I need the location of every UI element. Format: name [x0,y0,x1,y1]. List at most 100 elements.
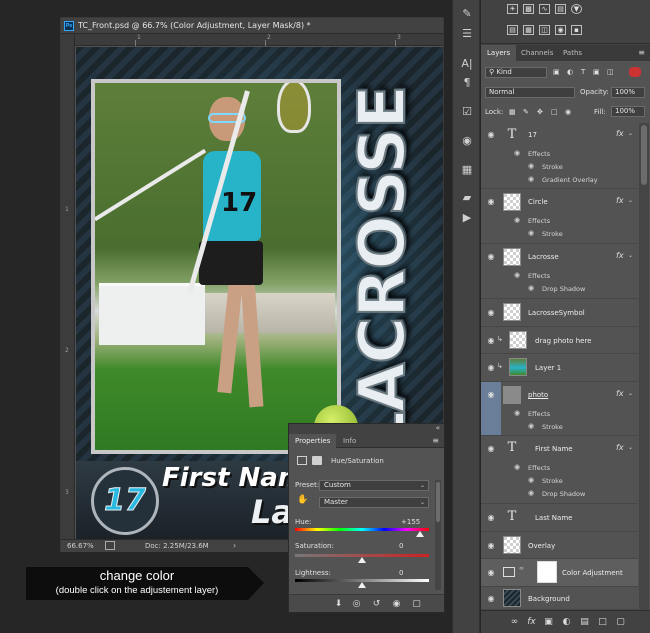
panel-menu-icon[interactable]: ≡ [432,436,439,445]
paragraph-icon[interactable]: ¶ [458,75,476,91]
effect-name[interactable]: Drop Shadow [542,490,585,498]
layer-comps-icon[interactable]: ▰ [458,190,476,206]
eye-icon[interactable]: ◉ [528,422,534,430]
properties-panel-header[interactable]: « [289,424,444,434]
chevron-down-icon[interactable]: ⌄ [628,444,633,451]
layer-row[interactable]: ◉ LacrosseSymbol [481,299,638,327]
layer-row[interactable]: ◉ T First Name fx ⌄ ◉ Effects ◉ Stroke ◉… [481,436,638,504]
layer-row[interactable]: ◉ Background [481,587,638,610]
clone-source-icon[interactable]: ☑ [458,104,476,120]
filter-pixel-icon[interactable]: ▣ [553,68,560,76]
character-icon[interactable]: A| [458,56,476,72]
add-mask-icon[interactable]: ▣ [543,617,554,627]
effect-name[interactable]: Stroke [542,230,563,238]
layer-mask-thumbnail[interactable] [537,561,557,583]
properties-scrollbar[interactable] [435,480,441,590]
document-tab[interactable]: Ps TC_Front.psd @ 66.7% (Color Adjustmen… [61,18,443,34]
trash-icon[interactable]: ▢ [411,599,422,609]
hue-slider-track[interactable] [295,528,429,531]
fx-icon[interactable]: fx [616,129,624,138]
layer-row[interactable]: ◉ T 17 fx ⌄ ◉ Effects ◉ Stroke ◉ Gradien… [481,123,638,189]
eye-icon[interactable]: ◉ [486,336,496,346]
adjust-sliders-icon[interactable]: ☰ [458,26,476,42]
color-palette-icon[interactable]: ◉ [458,133,476,149]
preset-dropdown[interactable]: Custom ⌄ [319,480,429,491]
chevron-down-icon[interactable]: ⌄ [628,390,633,397]
eye-icon[interactable]: ◉ [514,149,520,157]
eye-icon[interactable]: ◉ [486,252,496,262]
eye-icon[interactable]: ◉ [486,197,496,207]
view-previous-icon[interactable]: ◎ [351,599,362,609]
chevron-down-icon[interactable]: ⌄ [628,197,633,204]
chevron-down-icon[interactable]: ⌄ [628,130,633,137]
chain-link-icon[interactable]: ∞ [519,565,524,572]
chevron-down-icon[interactable]: ⌄ [628,252,633,259]
trash-icon[interactable]: ▢ [615,617,626,627]
eye-icon[interactable]: ◉ [486,130,496,140]
eye-icon[interactable]: ◉ [486,594,496,604]
layer-name[interactable]: LacrosseSymbol [528,309,585,317]
reset-icon[interactable]: ↺ [371,599,382,609]
fx-icon[interactable]: fx [616,443,624,452]
tab-properties[interactable]: Properties [289,434,337,448]
new-adjustment-icon[interactable]: ◐ [561,617,572,627]
effect-name[interactable]: Drop Shadow [542,285,585,293]
lock-artboard-icon[interactable]: □ [551,108,558,116]
fx-icon[interactable]: fx [616,389,624,398]
lock-all-icon[interactable]: ◉ [565,108,571,116]
grid-icon[interactable]: ▦ [458,162,476,178]
layer-name[interactable]: 17 [528,131,537,139]
effect-name[interactable]: Gradient Overlay [542,176,598,184]
layer-name[interactable]: Color Adjustment [562,569,623,577]
eye-icon[interactable]: ◉ [486,390,496,400]
curves-icon[interactable]: ∿ [539,4,550,14]
eye-icon[interactable]: ◉ [486,308,496,318]
saturation-slider-knob[interactable] [358,557,366,563]
layer-row[interactable]: ◉ ∞ Color Adjustment [481,559,638,587]
hue-slider-knob[interactable] [415,531,424,537]
eye-icon[interactable]: ◉ [391,599,402,609]
eye-icon[interactable]: ◉ [486,513,496,523]
layer-row[interactable]: ◉ ↳ drag photo here [481,327,638,354]
close-icon[interactable]: « [436,424,440,432]
layer-name[interactable]: photo [528,391,548,399]
mask-icon[interactable] [312,456,322,465]
lock-image-icon[interactable]: ✎ [523,108,529,116]
clip-to-layer-icon[interactable]: ⬇ [333,599,344,609]
black-white-icon[interactable]: ◫ [539,25,550,35]
adjustment-layer-icon[interactable] [503,567,515,577]
channel-dropdown[interactable]: Master ⌄ [319,497,429,508]
eye-icon[interactable]: ◉ [528,284,534,292]
lightness-slider-knob[interactable] [358,582,366,588]
saturation-value[interactable]: 0 [399,542,403,550]
effect-name[interactable]: Stroke [542,423,563,431]
layer-name[interactable]: Overlay [528,542,555,550]
scrollbar-thumb[interactable] [641,125,647,185]
tab-paths[interactable]: Paths [557,45,588,61]
layer-name[interactable]: Last Name [535,514,572,522]
layer-row[interactable]: ◉ Overlay [481,532,638,559]
layer-row[interactable]: ◉ ↳ Layer 1 [481,354,638,382]
blend-mode-dropdown[interactable]: Normal [485,87,575,98]
layer-name[interactable]: First Name [535,445,573,453]
effect-name[interactable]: Stroke [542,477,563,485]
zoom-level[interactable]: 66.67% [67,542,94,550]
filter-smart-icon[interactable]: ◫ [607,68,614,76]
color-balance-icon[interactable]: ▦ [523,25,534,35]
eye-icon[interactable]: ◉ [486,444,496,454]
fill-input[interactable]: 100% [611,106,645,117]
filter-shape-icon[interactable]: ▣ [593,68,600,76]
fx-icon[interactable]: fx [616,196,624,205]
layer-row-selected[interactable]: ◉ photo fx ⌄ ◉ Effects ◉ Stroke [481,382,638,436]
layer-row[interactable]: ◉ Circle fx ⌄ ◉ Effects ◉ Stroke [481,189,638,244]
new-group-icon[interactable]: ▤ [579,617,590,627]
hue-value[interactable]: +155 [401,518,420,526]
eye-icon[interactable]: ◉ [528,229,534,237]
eye-icon[interactable]: ◉ [486,363,496,373]
filter-kind-dropdown[interactable]: ⚲ Kind [485,67,547,78]
new-layer-icon[interactable]: □ [597,617,608,627]
hue-saturation-icon[interactable]: ▤ [507,25,518,35]
filter-type-icon[interactable]: T [581,68,585,76]
link-layers-icon[interactable]: ∞ [509,617,520,627]
panel-menu-icon[interactable]: ≡ [638,48,645,57]
